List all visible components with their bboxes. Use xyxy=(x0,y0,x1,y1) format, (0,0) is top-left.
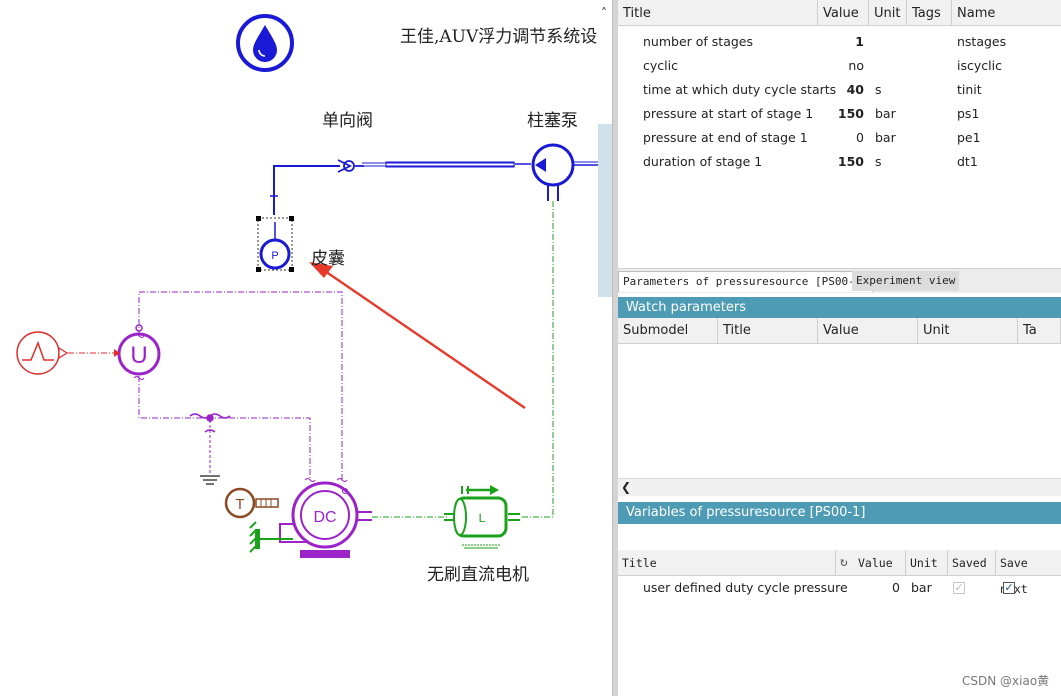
param-value[interactable]: 0 xyxy=(818,126,864,150)
rotary-inertia-symbol[interactable]: L xyxy=(444,485,520,549)
col-save-next[interactable]: Save next xyxy=(996,550,1061,596)
annotation-arrow xyxy=(309,262,526,409)
param-name: tinit xyxy=(957,82,982,97)
param-title: pressure at start of stage 1 xyxy=(643,106,814,121)
col-tags[interactable]: Ta xyxy=(1018,318,1061,344)
tab-bar: Parameters of pressuresource [PS00-1] Ex… xyxy=(618,268,1061,293)
table-row[interactable]: duration of stage 1 150 s dt1 xyxy=(618,150,1061,174)
sketch-diagram: DC T L P U xyxy=(16,14,598,559)
col-value[interactable]: Value xyxy=(818,318,918,344)
col-title[interactable]: Title xyxy=(618,550,836,576)
watermark: CSDN @xiao黄 xyxy=(962,674,1050,688)
sketch-canvas[interactable]: DC T L P U 王佳,AUV浮力调节系统设 单向阀 柱塞泵 皮囊 无刷直流… xyxy=(0,0,612,696)
col-title[interactable]: Title xyxy=(718,318,818,344)
param-name: nstages xyxy=(957,34,1007,49)
watch-parameters-header: Watch parameters xyxy=(618,297,1061,319)
collapse-up-icon[interactable]: ˄ xyxy=(601,6,607,20)
param-unit: s xyxy=(875,154,882,169)
check-valve-symbol[interactable] xyxy=(337,159,364,173)
param-title: duration of stage 1 xyxy=(643,154,763,169)
param-name: iscyclic xyxy=(957,58,1002,73)
save-next-checkbox[interactable]: ✓ xyxy=(1003,582,1015,594)
param-unit: s xyxy=(875,82,882,97)
param-value[interactable]: 1 xyxy=(818,30,864,54)
col-value-label: Value xyxy=(858,556,893,570)
param-name: ps1 xyxy=(957,106,980,121)
thermal-port[interactable]: T xyxy=(224,487,279,519)
inertia-glyph: L xyxy=(479,511,486,525)
col-unit[interactable]: Unit xyxy=(869,0,907,26)
refresh-icon[interactable]: ↻ xyxy=(840,550,848,576)
param-title: pressure at end of stage 1 xyxy=(643,130,808,145)
variable-title: user defined duty cycle pressure xyxy=(643,580,848,595)
voltage-glyph: U xyxy=(130,342,147,369)
saved-checkbox: ✓ xyxy=(953,581,965,594)
scroll-left-icon[interactable]: ❮ xyxy=(621,480,631,494)
plunger-pump-symbol[interactable] xyxy=(531,143,598,201)
param-name: pe1 xyxy=(957,130,981,145)
param-title: time at which duty cycle starts xyxy=(643,82,837,97)
bladder-pressure-source[interactable] xyxy=(256,216,294,272)
param-unit: bar xyxy=(875,130,896,145)
variables-header: Variables of pressuresource [PS00-1] xyxy=(618,502,1061,524)
col-submodel[interactable]: Submodel xyxy=(618,318,718,344)
properties-panel: Title Value Unit Tags Name number of sta… xyxy=(618,0,1061,696)
col-name[interactable]: Name xyxy=(952,0,1061,26)
param-unit: bar xyxy=(875,106,896,121)
tab-parameters[interactable]: Parameters of pressuresource [PS00-1] xyxy=(618,271,874,292)
mechanical-ground xyxy=(249,521,293,553)
table-row[interactable]: time at which duty cycle starts 40 s tin… xyxy=(618,78,1061,102)
col-value[interactable]: ↻ Value xyxy=(836,550,906,576)
canvas-title: 王佳,AUV浮力调节系统设 xyxy=(400,27,598,47)
bladder-label: 皮囊 xyxy=(311,249,345,269)
param-title: number of stages xyxy=(643,34,753,49)
param-value[interactable]: no xyxy=(818,54,864,78)
col-saved[interactable]: Saved xyxy=(948,550,996,576)
pressure-glyph: P xyxy=(271,250,278,262)
table-row[interactable]: number of stages 1 nstages xyxy=(618,30,1061,54)
col-unit[interactable]: Unit xyxy=(906,550,948,576)
hydraulic-line[interactable] xyxy=(270,161,531,215)
dc-motor-symbol[interactable]: DC xyxy=(279,478,372,559)
bldc-motor-label: 无刷直流电机 xyxy=(427,565,529,585)
param-title: cyclic xyxy=(643,58,678,73)
variable-value[interactable]: 0 xyxy=(848,576,900,600)
check-valve-label: 单向阀 xyxy=(322,111,373,131)
col-value[interactable]: Value xyxy=(818,0,869,26)
table-row[interactable]: cyclic no iscyclic xyxy=(618,54,1061,78)
variable-unit: bar xyxy=(911,580,932,595)
duty-cycle-signal-source[interactable] xyxy=(16,331,69,375)
col-tags[interactable]: Tags xyxy=(907,0,952,26)
side-dock-strip[interactable] xyxy=(598,124,612,297)
param-name: dt1 xyxy=(957,154,978,169)
torque-glyph: T xyxy=(235,496,244,513)
mechanical-link[interactable] xyxy=(372,201,554,518)
table-row[interactable]: pressure at start of stage 1 150 bar ps1 xyxy=(618,102,1061,126)
param-value[interactable]: 40 xyxy=(818,78,864,102)
plunger-pump-label: 柱塞泵 xyxy=(527,111,578,131)
param-value[interactable]: 150 xyxy=(818,102,864,126)
col-title[interactable]: Title xyxy=(618,0,818,26)
table-row[interactable]: user defined duty cycle pressure 0 bar ✓… xyxy=(618,576,1061,600)
water-drop-logo xyxy=(236,14,294,72)
electrical-ground xyxy=(189,413,231,485)
dc-glyph: DC xyxy=(313,509,336,526)
electrical-wiring[interactable] xyxy=(68,291,343,480)
col-unit[interactable]: Unit xyxy=(918,318,1018,344)
tab-experiment-view[interactable]: Experiment view xyxy=(852,271,960,291)
horizontal-scrollbar[interactable]: ❮ xyxy=(618,478,1061,496)
param-value[interactable]: 150 xyxy=(818,150,864,174)
table-row[interactable]: pressure at end of stage 1 0 bar pe1 xyxy=(618,126,1061,150)
